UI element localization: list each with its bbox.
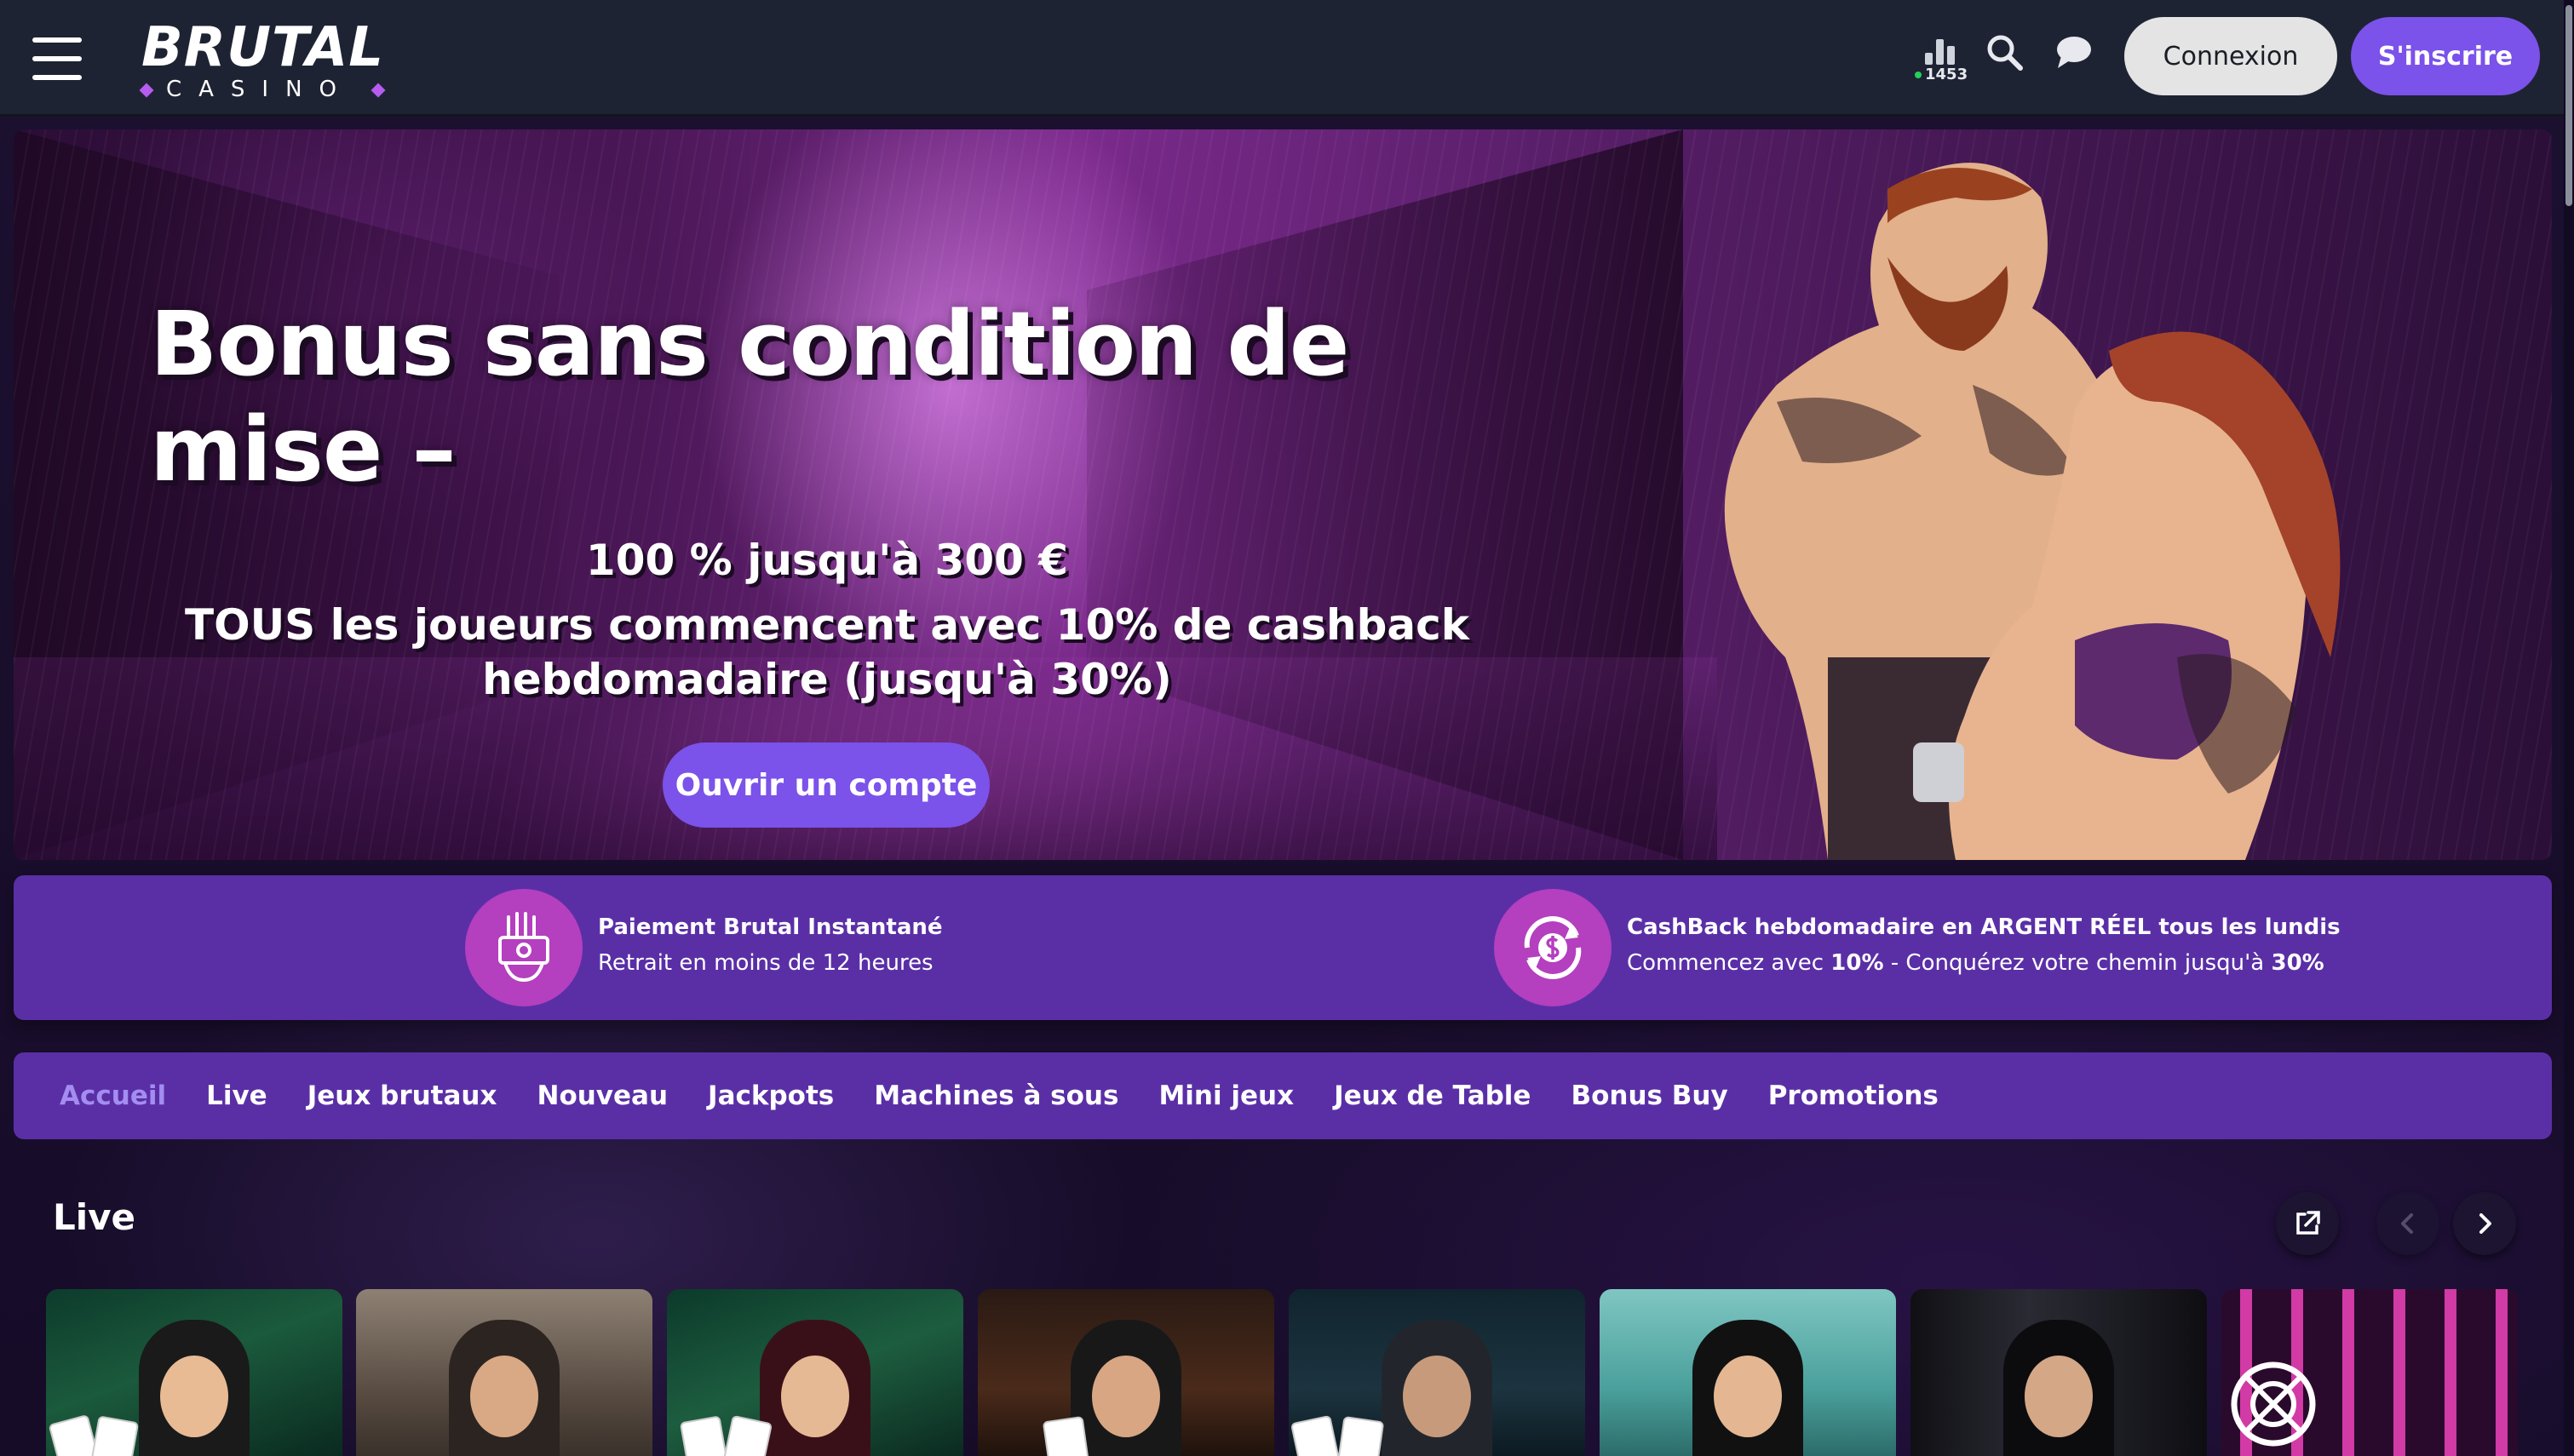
feature-title-payment: Paiement Brutal Instantané <box>598 914 943 940</box>
tab-jeux-brutaux[interactable]: Jeux brutaux <box>307 1081 497 1111</box>
brand-name: BRUTAL <box>141 16 385 79</box>
live-game-tile[interactable] <box>1289 1289 1585 1456</box>
signup-button[interactable]: S'inscrire <box>2351 17 2540 95</box>
payment-hand-icon <box>465 889 583 1006</box>
online-count: 1453 <box>1925 66 1968 83</box>
live-games-carousel <box>46 1289 2550 1456</box>
feature-desc-cashback: Commencez avec 10% - Conquérez votre che… <box>1627 949 2324 977</box>
open-account-button[interactable]: Ouvrir un compte <box>663 742 990 828</box>
hero-characters-illustration <box>1724 163 2341 860</box>
hero-cashback-line: TOUS les joueurs commencent avec 10% de … <box>14 598 1640 707</box>
roulette-logo-icon <box>2231 1361 2316 1447</box>
chevron-left-icon[interactable] <box>2376 1192 2439 1255</box>
tab-jeux-de-table[interactable]: Jeux de Table <box>1334 1081 1531 1111</box>
search-icon[interactable] <box>1983 31 2027 75</box>
cashback-dollar-icon <box>1494 889 1612 1006</box>
live-section-title: Live <box>53 1196 136 1238</box>
brand-sub: CASINO <box>165 77 354 102</box>
scrollbar-thumb[interactable] <box>2565 5 2572 206</box>
live-game-tile[interactable] <box>1600 1289 1896 1456</box>
cashback-desc-max: 30% <box>2271 950 2324 976</box>
hero-cashback-line-1: TOUS les joueurs commencent avec 10% de … <box>184 600 1470 650</box>
tab-live[interactable]: Live <box>206 1081 267 1111</box>
features-bar: Paiement Brutal Instantané Retrait en mo… <box>14 875 2552 1020</box>
cashback-desc-part2: - Conquérez votre chemin jusqu'à <box>1883 950 2272 976</box>
live-game-tile[interactable] <box>356 1289 652 1456</box>
category-nav: Accueil Live Jeux brutaux Nouveau Jackpo… <box>14 1052 2552 1139</box>
live-game-tile[interactable] <box>46 1289 342 1456</box>
external-link-icon[interactable] <box>2276 1192 2339 1255</box>
stats-bars-icon <box>1925 39 1956 65</box>
tab-jackpots[interactable]: Jackpots <box>708 1081 834 1111</box>
cashback-desc-part1: Commencez avec <box>1627 950 1831 976</box>
live-game-tile[interactable] <box>978 1289 1274 1456</box>
brand-logo[interactable]: BRUTAL CASINO <box>136 15 392 102</box>
cashback-desc-min: 10% <box>1830 950 1884 976</box>
tab-mini-jeux[interactable]: Mini jeux <box>1158 1081 1294 1111</box>
online-indicator <box>1915 72 1922 78</box>
login-button[interactable]: Connexion <box>2124 17 2337 95</box>
chevron-right-icon[interactable] <box>2453 1192 2516 1255</box>
tab-promotions[interactable]: Promotions <box>1768 1081 1939 1111</box>
online-stats[interactable]: 1453 <box>1915 34 1968 87</box>
tab-accueil[interactable]: Accueil <box>60 1081 166 1111</box>
live-game-tile[interactable] <box>1910 1289 2207 1456</box>
hero-bonus-line: 100 % jusqu'à 300 € <box>585 536 1069 585</box>
tab-machines-a-sous[interactable]: Machines à sous <box>874 1081 1118 1111</box>
hero-cashback-line-2: hebdomadaire (jusqu'à 30%) <box>482 655 1172 704</box>
tab-nouveau[interactable]: Nouveau <box>537 1081 669 1111</box>
tab-bonus-buy[interactable]: Bonus Buy <box>1571 1081 1727 1111</box>
live-game-tile[interactable] <box>667 1289 963 1456</box>
chat-icon[interactable] <box>2051 31 2095 75</box>
top-header: BRUTAL CASINO 1453 Connexion S'inscrire <box>0 0 2574 117</box>
live-game-tile[interactable] <box>2221 1289 2518 1456</box>
hero-title: Bonus sans condition de mise – <box>150 292 1349 502</box>
feature-desc-payment: Retrait en moins de 12 heures <box>598 950 934 976</box>
page-scrollbar[interactable] <box>2564 0 2574 1456</box>
menu-icon[interactable] <box>32 37 82 80</box>
hero-banner: Bonus sans condition de mise – 100 % jus… <box>14 129 2552 860</box>
feature-title-cashback: CashBack hebdomadaire en ARGENT RÉEL tou… <box>1627 914 2341 940</box>
